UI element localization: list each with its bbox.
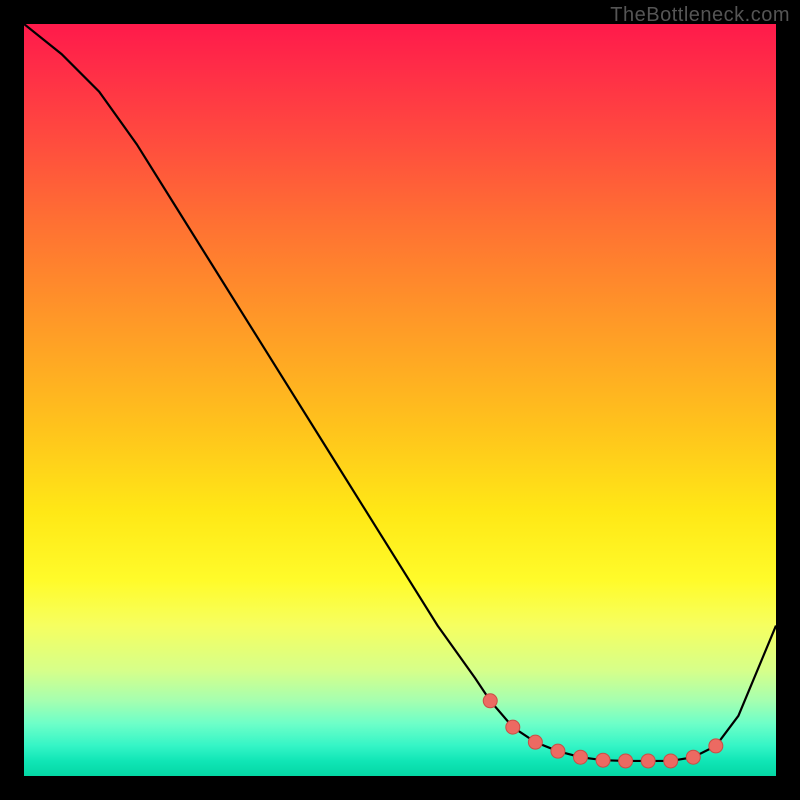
watermark-text: TheBottleneck.com xyxy=(610,4,790,27)
chart-frame: TheBottleneck.com xyxy=(0,0,800,800)
gradient-plot-area xyxy=(24,24,776,776)
